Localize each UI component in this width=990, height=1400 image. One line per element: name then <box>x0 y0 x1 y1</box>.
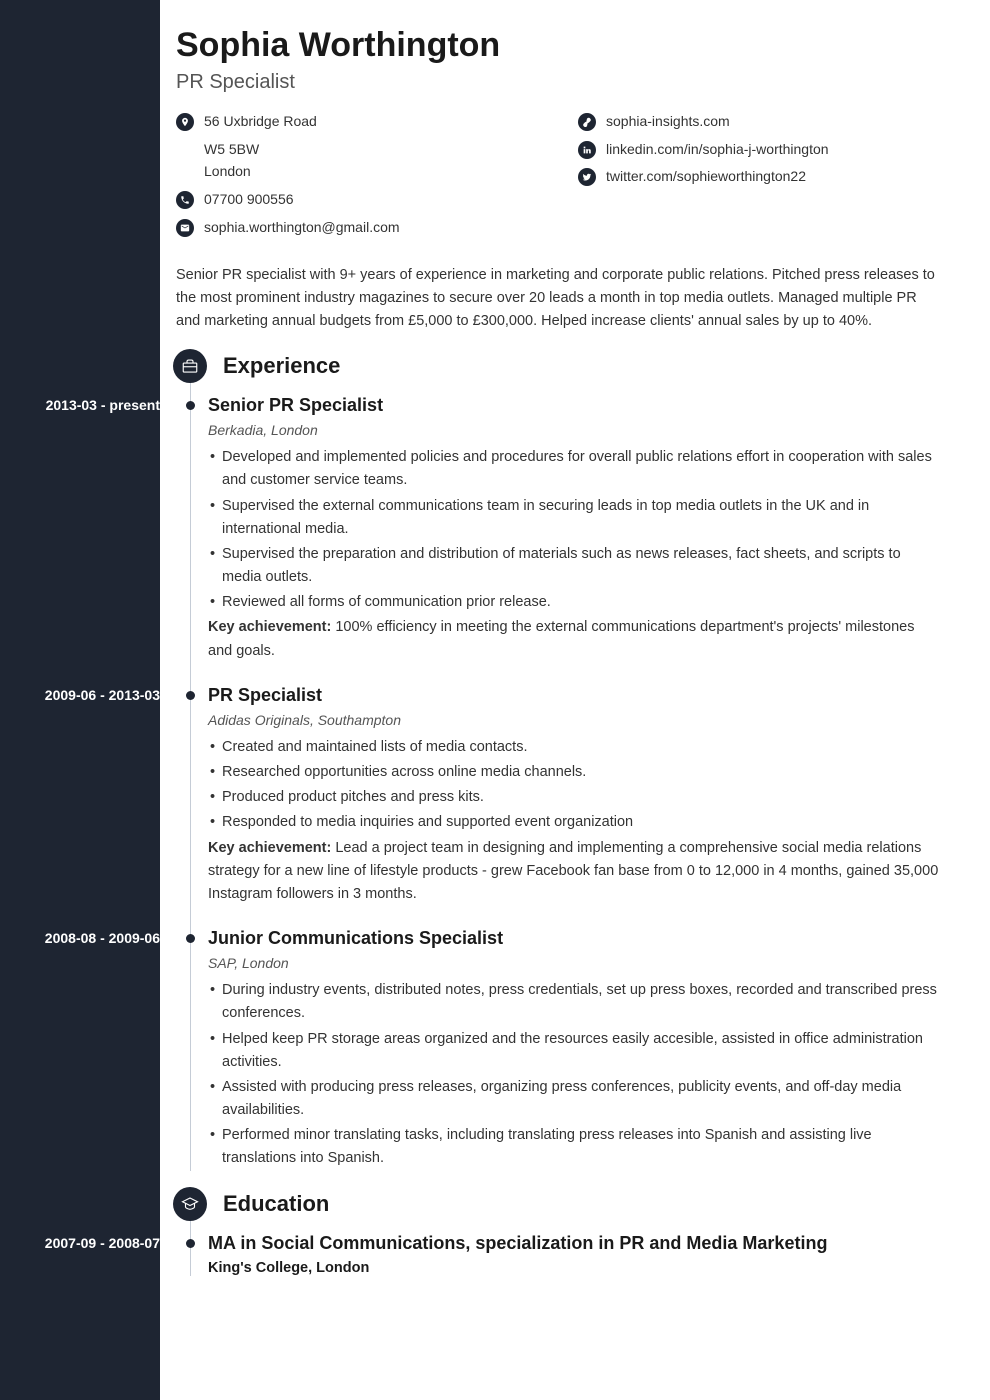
linkedin-icon <box>578 141 596 159</box>
website-text: sophia-insights.com <box>606 112 730 132</box>
timeline-dot <box>186 691 195 700</box>
bullet: Performed minor translating tasks, inclu… <box>208 1124 940 1170</box>
contact-right-column: sophia-insights.com linkedin.com/in/soph… <box>578 112 940 246</box>
contact-section: 56 Uxbridge Road W5 5BW London 07700 900… <box>176 112 940 246</box>
location-icon <box>176 113 194 131</box>
bullet: Supervised the external communications t… <box>208 495 940 541</box>
phone-text: 07700 900556 <box>204 190 294 210</box>
address-line3: London <box>204 160 538 182</box>
bullet: Researched opportunities across online m… <box>208 761 940 784</box>
entry-company: Berkadia, London <box>208 422 940 438</box>
education-entry: 2007-09 - 2008-07 MA in Social Communica… <box>208 1233 940 1276</box>
contact-linkedin: linkedin.com/in/sophia-j-worthington <box>578 140 940 160</box>
experience-header: Experience <box>173 349 940 383</box>
twitter-icon <box>578 168 596 186</box>
bullet: Created and maintained lists of media co… <box>208 736 940 759</box>
bullet: Produced product pitches and press kits. <box>208 786 940 809</box>
experience-entry: 2009-06 - 2013-03 PR Specialist Adidas O… <box>208 685 940 906</box>
bullet: Responded to media inquiries and support… <box>208 811 940 834</box>
timeline-dot <box>186 1239 195 1248</box>
bullet: During industry events, distributed note… <box>208 979 940 1025</box>
main-content: Sophia Worthington PR Specialist 56 Uxbr… <box>160 0 990 1400</box>
person-name: Sophia Worthington <box>176 26 940 65</box>
twitter-text: twitter.com/sophieworthington22 <box>606 167 806 187</box>
timeline-dot <box>186 934 195 943</box>
entry-title: Junior Communications Specialist <box>208 928 940 949</box>
education-timeline: 2007-09 - 2008-07 MA in Social Communica… <box>176 1233 940 1276</box>
contact-email: sophia.worthington@gmail.com <box>176 218 538 238</box>
key-achievement: Key achievement: Lead a project team in … <box>208 837 940 907</box>
linkedin-text: linkedin.com/in/sophia-j-worthington <box>606 140 829 160</box>
experience-timeline: 2013-03 - present Senior PR Specialist B… <box>176 395 940 1171</box>
entry-dates: 2007-09 - 2008-07 <box>12 1235 172 1251</box>
summary-text: Senior PR specialist with 9+ years of ex… <box>176 264 940 334</box>
contact-phone: 07700 900556 <box>176 190 538 210</box>
entry-dates: 2008-08 - 2009-06 <box>12 930 172 946</box>
entry-company: Adidas Originals, Southampton <box>208 712 940 728</box>
contact-left-column: 56 Uxbridge Road W5 5BW London 07700 900… <box>176 112 538 246</box>
entry-company: SAP, London <box>208 955 940 971</box>
address-line2: W5 5BW <box>204 138 538 160</box>
entry-dates: 2009-06 - 2013-03 <box>12 687 172 703</box>
bullet: Helped keep PR storage areas organized a… <box>208 1028 940 1074</box>
phone-icon <box>176 191 194 209</box>
education-header: Education <box>173 1187 940 1221</box>
bullet: Developed and implemented policies and p… <box>208 446 940 492</box>
link-icon <box>578 113 596 131</box>
bullet: Assisted with producing press releases, … <box>208 1076 940 1122</box>
experience-entry: 2008-08 - 2009-06 Junior Communications … <box>208 928 940 1171</box>
education-title: Education <box>223 1191 329 1217</box>
bullet: Supervised the preparation and distribut… <box>208 543 940 589</box>
contact-twitter: twitter.com/sophieworthington22 <box>578 167 940 187</box>
entry-title: Senior PR Specialist <box>208 395 940 416</box>
entry-title: PR Specialist <box>208 685 940 706</box>
bullet: Reviewed all forms of communication prio… <box>208 591 940 614</box>
experience-title: Experience <box>223 353 340 379</box>
entry-dates: 2013-03 - present <box>12 397 172 413</box>
job-title: PR Specialist <box>176 71 940 94</box>
email-icon <box>176 219 194 237</box>
briefcase-icon <box>173 349 207 383</box>
contact-website: sophia-insights.com <box>578 112 940 132</box>
contact-address: 56 Uxbridge Road <box>176 112 538 132</box>
key-achievement: Key achievement: 100% efficiency in meet… <box>208 616 940 662</box>
school-name: King's College, London <box>208 1260 940 1276</box>
timeline-dot <box>186 401 195 410</box>
graduation-cap-icon <box>173 1187 207 1221</box>
address-line1: 56 Uxbridge Road <box>204 112 317 132</box>
degree-title: MA in Social Communications, specializat… <box>208 1233 940 1254</box>
email-text: sophia.worthington@gmail.com <box>204 218 400 238</box>
experience-entry: 2013-03 - present Senior PR Specialist B… <box>208 395 940 663</box>
